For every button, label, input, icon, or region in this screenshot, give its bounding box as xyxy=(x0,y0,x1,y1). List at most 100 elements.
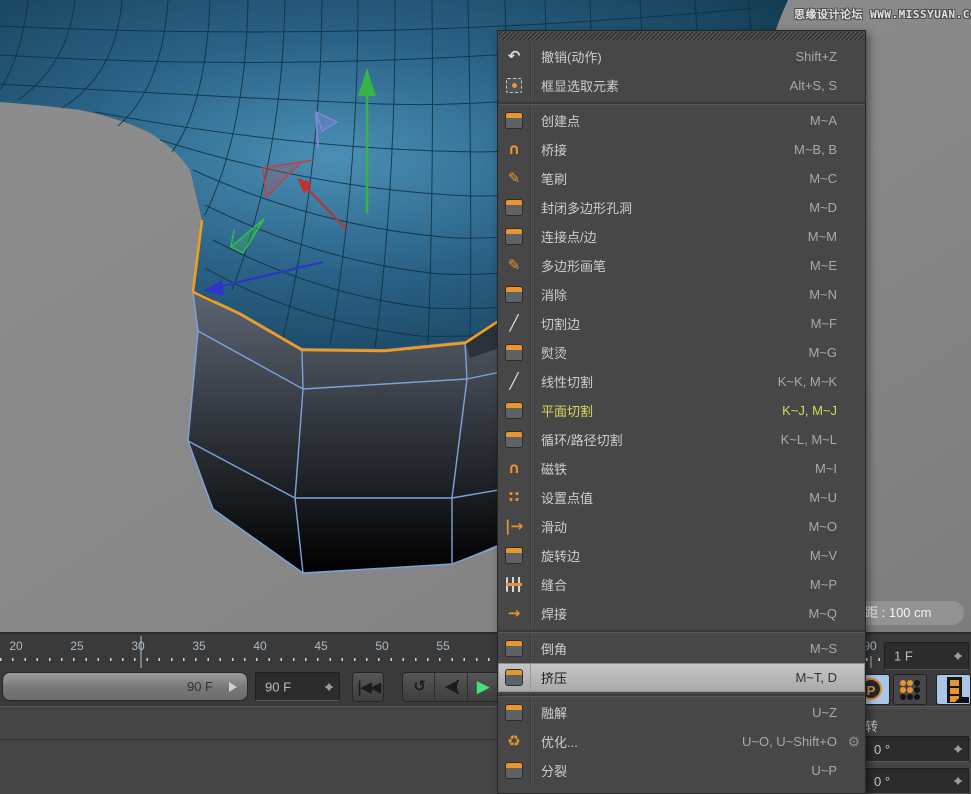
menu-item-optimize[interactable]: ♻ 优化... U~O, U~Shift+O ⚙ xyxy=(498,727,865,756)
slide-icon: |→ xyxy=(505,519,523,534)
menu-tearoff-handle[interactable] xyxy=(499,32,864,40)
play-forwards-button[interactable]: ▶ xyxy=(468,673,499,701)
menu-item-label: 熨烫 xyxy=(541,343,567,362)
dot xyxy=(900,680,906,686)
dot xyxy=(900,687,906,693)
coordinates-panel: 1 F P 旋转 0 ° 0 ° xyxy=(850,636,971,794)
menu-item-bevel[interactable]: 倒角 M~S xyxy=(498,634,865,663)
menu-item-label: 封闭多边形孔洞 xyxy=(541,198,632,217)
dot xyxy=(907,680,913,686)
frame-interval-field[interactable]: 1 F xyxy=(884,642,969,670)
optimize-icon: ♻ xyxy=(507,734,520,749)
menu-item-extrude[interactable]: 挤压 M~T, D xyxy=(498,663,865,692)
dot xyxy=(914,687,920,693)
menu-item-shortcut: M~N xyxy=(809,287,837,302)
h-rotation-field[interactable]: 0 ° xyxy=(865,736,969,762)
menu-item-shortcut: K~J, M~J xyxy=(782,403,837,418)
menu-item-shortcut: M~F xyxy=(811,316,837,331)
timeline-range-slider[interactable]: 90 F xyxy=(2,672,248,701)
menu-item-shortcut: K~L, M~L xyxy=(781,432,837,447)
menu-item-cut-edge[interactable]: ╱ 切割边 M~F xyxy=(498,309,865,338)
menu-item-melt[interactable]: 融解 U~Z xyxy=(498,698,865,727)
menu-item-create-point[interactable]: 创建点 M~A xyxy=(498,106,865,135)
corner-flag-icon xyxy=(954,697,969,703)
filmstrip-button[interactable] xyxy=(936,674,971,705)
h-rotation-stepper[interactable] xyxy=(953,741,964,757)
menu-item-shortcut: U~O, U~Shift+O xyxy=(742,734,837,749)
ruler-number: 30 xyxy=(131,639,144,653)
menu-separator xyxy=(498,694,865,696)
menu-item-iron[interactable]: 熨烫 M~G xyxy=(498,338,865,367)
ruler-number: 25 xyxy=(70,639,83,653)
play-backwards-button[interactable]: ↺ xyxy=(403,673,435,701)
menu-item-line-cut[interactable]: ╱ 线性切割 K~K, M~K xyxy=(498,367,865,396)
previous-frame-button[interactable]: ◀( xyxy=(435,673,467,701)
interval-stepper[interactable] xyxy=(953,648,964,664)
menu-item-stitch-sew[interactable]: 缝合 M~P xyxy=(498,570,865,599)
split-icon xyxy=(506,763,522,778)
menu-item-connect-points-edges[interactable]: 连接点/边 M~M xyxy=(498,222,865,251)
menu-item-weld[interactable]: → 焊接 M~Q xyxy=(498,599,865,628)
menu-item-label: 消除 xyxy=(541,285,567,304)
close-polygon-hole-icon xyxy=(506,200,522,215)
menu-item-label: 磁铁 xyxy=(541,459,567,478)
menu-item-polygon-pen[interactable]: ✎ 多边形画笔 M~E xyxy=(498,251,865,280)
undo-icon: ↶ xyxy=(508,49,521,64)
menu-item-shortcut: M~E xyxy=(810,258,837,273)
frame-stepper[interactable] xyxy=(324,679,335,695)
panel-divider xyxy=(850,708,971,709)
menu-item-split[interactable]: 分裂 U~P xyxy=(498,756,865,785)
menu-item-label: 焊接 xyxy=(541,604,567,623)
dissolve-icon xyxy=(506,287,522,302)
melt-icon xyxy=(506,705,522,720)
current-frame-field[interactable]: 90 F xyxy=(255,672,340,701)
bridge-icon: ∩ xyxy=(508,142,520,157)
menu-item-dissolve[interactable]: 消除 M~N xyxy=(498,280,865,309)
menu-item-bridge[interactable]: ∩ 桥接 M~B, B xyxy=(498,135,865,164)
magnet-icon: ∩ xyxy=(508,461,520,476)
connect-points-edges-icon xyxy=(506,229,522,244)
weld-icon: → xyxy=(508,606,521,621)
menu-item-frame-selection[interactable]: 框显选取元素 Alt+S, S xyxy=(498,71,865,100)
menu-item-label: 创建点 xyxy=(541,111,580,130)
menu-item-label: 线性切割 xyxy=(541,372,593,391)
menu-item-shortcut: M~I xyxy=(815,461,837,476)
menu-item-plane-cut[interactable]: 平面切割 K~J, M~J xyxy=(498,396,865,425)
menu-item-shortcut: M~V xyxy=(810,548,837,563)
menu-item-shortcut: M~B, B xyxy=(794,142,837,157)
loop-path-cut-icon xyxy=(506,432,522,447)
grid-dots-button[interactable] xyxy=(893,674,927,705)
menu-item-rotate-edge[interactable]: 旋转边 M~V xyxy=(498,541,865,570)
menu-item-magnet[interactable]: ∩ 磁铁 M~I xyxy=(498,454,865,483)
b-rotation-stepper[interactable] xyxy=(953,773,964,789)
menu-item-shortcut: U~Z xyxy=(812,705,837,720)
gear-icon[interactable]: ⚙ xyxy=(847,733,860,750)
menu-item-brush[interactable]: ✎ 笔刷 M~C xyxy=(498,164,865,193)
brush-icon: ✎ xyxy=(508,171,521,186)
menu-item-shortcut: M~U xyxy=(809,490,837,505)
menu-item-label: 倒角 xyxy=(541,639,567,658)
menu-item-slide[interactable]: |→ 滑动 M~O xyxy=(498,512,865,541)
ruler-number: 35 xyxy=(192,639,205,653)
ruler-number: 50 xyxy=(375,639,388,653)
menu-item-shortcut: M~C xyxy=(809,171,837,186)
menu-item-undo[interactable]: ↶ 撤销(动作) Shift+Z xyxy=(498,42,865,71)
cinema4d-window: 视距 : 100 cm 思缘设计论坛 WWW.MISSYUAN.COM 2025… xyxy=(0,0,971,794)
ruler-number: 55 xyxy=(436,639,449,653)
dot xyxy=(900,694,906,700)
preview-marker[interactable] xyxy=(140,636,142,668)
b-rotation-field[interactable]: 0 ° xyxy=(865,768,969,794)
menu-item-set-point-value[interactable]: ∷ 设置点值 M~U xyxy=(498,483,865,512)
dot xyxy=(907,687,913,693)
menu-item-label: 桥接 xyxy=(541,140,567,159)
dot xyxy=(914,680,920,686)
menu-item-loop-path-cut[interactable]: 循环/路径切割 K~L, M~L xyxy=(498,425,865,454)
go-to-start-button[interactable]: |◀◀ xyxy=(352,672,384,702)
menu-item-shortcut: M~O xyxy=(808,519,837,534)
menu-item-shortcut: M~A xyxy=(810,113,837,128)
playback-button-group: ↺◀(▶ xyxy=(402,672,500,702)
menu-item-close-polygon-hole[interactable]: 封闭多边形孔洞 M~D xyxy=(498,193,865,222)
menu-item-shortcut: M~G xyxy=(808,345,837,360)
iron-icon xyxy=(506,345,522,360)
watermark-text: 思缘设计论坛 WWW.MISSYUAN.COM xyxy=(794,6,971,22)
